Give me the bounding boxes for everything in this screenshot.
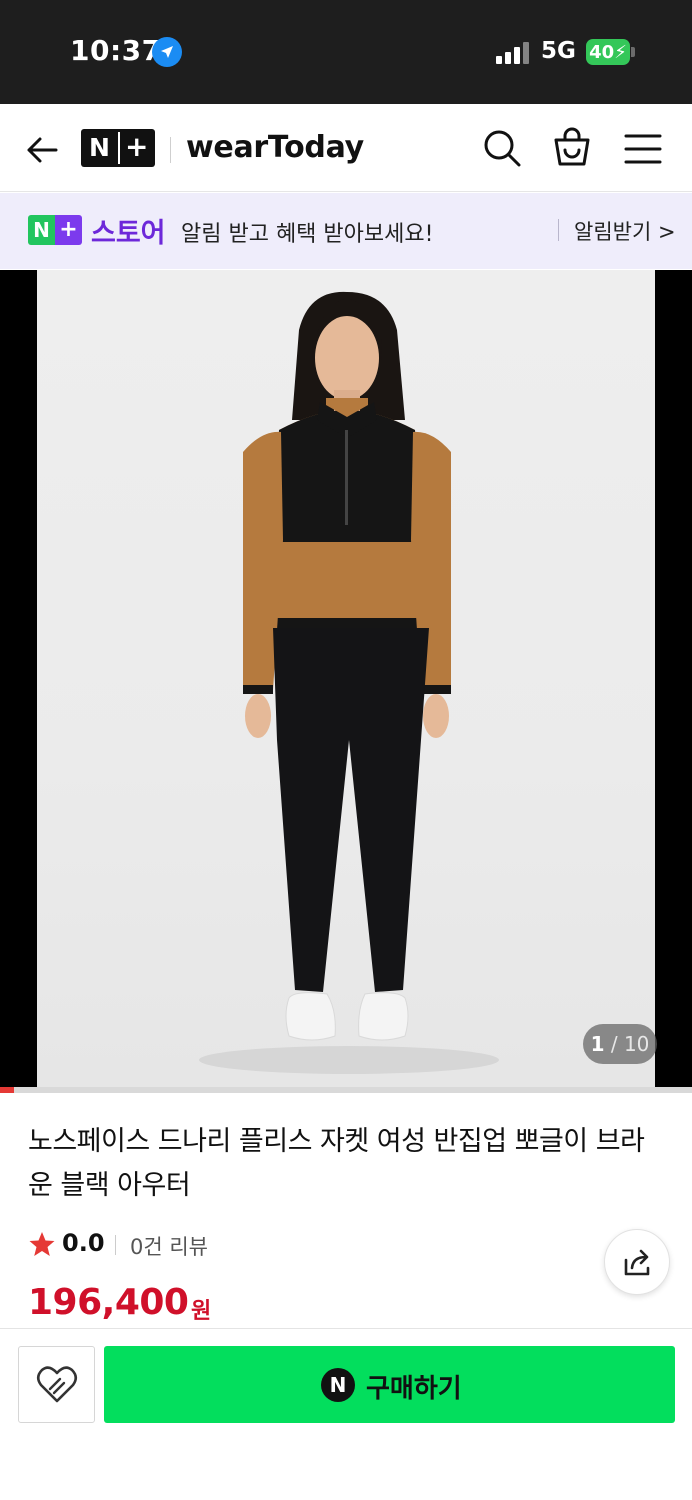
star-icon [28, 1230, 56, 1258]
price-currency: 원 [191, 1299, 212, 1324]
back-arrow-icon[interactable] [22, 130, 62, 170]
network-label: 5G [541, 38, 576, 64]
app-header: N + wearToday [0, 104, 692, 192]
get-notifications-link[interactable]: 알림받기 > [574, 216, 676, 246]
review-count-link[interactable]: 0건 리뷰 [130, 1231, 208, 1261]
price-amount: 196,400 [28, 1282, 189, 1323]
product-image[interactable] [37, 270, 655, 1092]
gallery-progress-track [0, 1087, 692, 1093]
battery-icon: 40 ⚡ [586, 39, 630, 65]
gallery-progress-fill [0, 1087, 14, 1093]
naver-plus-logo[interactable]: N + [81, 129, 155, 167]
bottom-action-bar: N 구매하기 [0, 1328, 692, 1500]
logo-plus: + [125, 130, 149, 163]
hamburger-menu-icon[interactable] [623, 132, 663, 166]
battery-cap [631, 47, 635, 57]
product-title: 노스페이스 드나리 플리스 자켓 여성 반집업 뽀글이 브라운 블랙 아우터 [28, 1126, 645, 1201]
model-photo [199, 291, 499, 1074]
counter-current: 1 [590, 1032, 605, 1056]
buy-button-label: 구매하기 [366, 1374, 462, 1404]
shopping-bag-icon[interactable] [552, 126, 592, 168]
status-time: 10:37 [70, 34, 162, 67]
share-icon [624, 1249, 650, 1276]
wishlist-button[interactable] [18, 1346, 95, 1423]
wishlist-heart-icon [36, 1366, 78, 1403]
naver-n-icon: N [321, 1368, 355, 1402]
battery-level: 40 [589, 41, 615, 63]
promo-store-label: 스토어 [91, 218, 166, 249]
counter-total: 10 [623, 1032, 650, 1056]
share-button[interactable] [604, 1229, 670, 1295]
buy-button[interactable]: N 구매하기 [104, 1346, 675, 1423]
location-arrow-icon [152, 37, 182, 67]
promo-message: 알림 받고 혜택 받아보세요! [181, 222, 434, 247]
search-icon[interactable] [482, 128, 522, 168]
image-counter: 1 / 10 [583, 1024, 657, 1064]
rating-divider [115, 1235, 116, 1255]
promo-divider [558, 219, 559, 241]
status-bar: 10:37 5G 40 ⚡ [0, 0, 692, 104]
signal-icon [496, 40, 532, 64]
header-divider [170, 137, 171, 163]
store-promo-banner[interactable]: N + 스토어 알림 받고 혜택 받아보세요! 알림받기 > [0, 193, 692, 269]
promo-logo-n: N [28, 215, 55, 245]
logo-n: N [89, 133, 110, 162]
product-image-carousel[interactable]: 1 / 10 [0, 270, 692, 1092]
rating-value: 0.0 [62, 1229, 105, 1257]
naver-plus-store-logo: N + [28, 215, 82, 245]
brand-name[interactable]: wearToday [186, 130, 364, 165]
promo-logo-plus: + [55, 215, 82, 245]
